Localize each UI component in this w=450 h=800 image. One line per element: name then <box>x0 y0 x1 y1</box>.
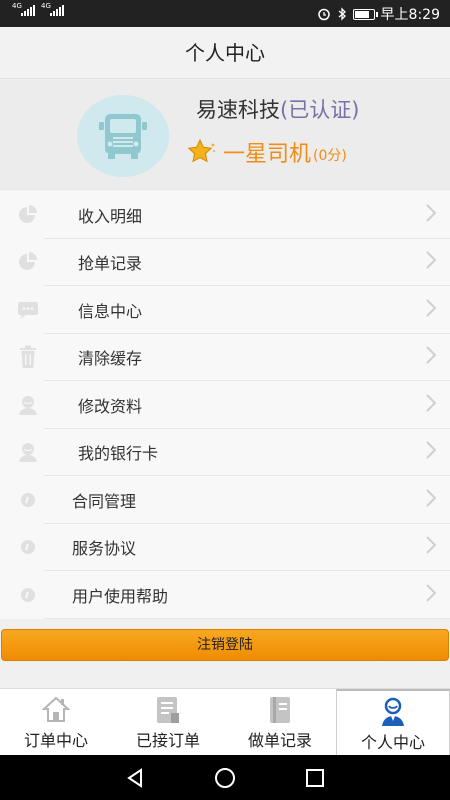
menu-item-contracts[interactable]: 合同管理 <box>0 476 450 524</box>
info-icon <box>16 535 40 559</box>
truck-icon <box>99 114 147 159</box>
pie-chart-icon <box>16 250 40 274</box>
menu-label: 服务协议 <box>72 539 137 559</box>
notebook-icon <box>266 695 294 729</box>
company-label: 易速科技 <box>196 98 280 122</box>
chevron-right-icon <box>426 441 437 463</box>
menu-label: 抢单记录 <box>78 254 143 274</box>
menu-label: 修改资料 <box>78 396 143 416</box>
menu-item-grab-orders[interactable]: 抢单记录 <box>0 238 450 286</box>
home-circle-icon[interactable] <box>205 758 245 798</box>
bluetooth-icon <box>338 7 346 21</box>
message-icon <box>16 298 40 322</box>
trash-icon <box>16 345 40 369</box>
company-name: 易速科技(已认证) <box>196 94 359 124</box>
chevron-right-icon <box>426 204 437 226</box>
person-icon <box>378 697 408 731</box>
profile-card: 易速科技(已认证) 一星司机 (0分) <box>0 80 450 190</box>
tab-label: 已接订单 <box>135 731 200 750</box>
alarm-icon <box>317 8 330 21</box>
tab-label: 做单记录 <box>247 731 312 750</box>
system-nav-bar <box>0 755 450 800</box>
info-icon <box>16 583 40 607</box>
menu-item-service-agreement[interactable]: 服务协议 <box>0 523 450 571</box>
menu-label: 清除缓存 <box>78 349 143 369</box>
settings-menu: 收入明细 抢单记录 信息中心 清除缓存 修改资料 我的银行卡 合同管理 服务协议 <box>0 191 450 619</box>
driver-level: 一星司机 (0分) <box>187 136 347 168</box>
status-time: 早上8:29 <box>380 7 440 23</box>
signal-icon: 4G <box>41 3 64 16</box>
tab-order-records[interactable]: 做单记录 <box>224 689 336 755</box>
battery-icon <box>352 8 378 20</box>
document-icon <box>155 695 181 729</box>
menu-item-user-help[interactable]: 用户使用帮助 <box>0 571 450 619</box>
tab-accepted-orders[interactable]: 已接订单 <box>112 689 224 755</box>
chevron-right-icon <box>426 299 437 321</box>
tab-label: 订单中心 <box>23 731 88 750</box>
level-label: 一星司机 <box>223 142 312 167</box>
logout-button[interactable]: 注销登陆 <box>1 629 449 661</box>
tab-order-center[interactable]: 订单中心 <box>0 689 112 755</box>
back-icon[interactable] <box>115 758 155 798</box>
menu-item-income[interactable]: 收入明细 <box>0 191 450 239</box>
page-title: 个人中心 <box>0 27 450 79</box>
bottom-tab-bar: 订单中心 已接订单 做单记录 个人中心 <box>0 688 450 755</box>
menu-item-bank-card[interactable]: 我的银行卡 <box>0 428 450 476</box>
menu-item-clear-cache[interactable]: 清除缓存 <box>0 333 450 381</box>
chevron-right-icon <box>426 346 437 368</box>
chevron-right-icon <box>426 251 437 273</box>
user-icon <box>16 393 40 417</box>
star-icon <box>187 138 215 163</box>
menu-label: 合同管理 <box>72 491 137 511</box>
home-icon <box>41 695 71 727</box>
chevron-right-icon <box>426 584 437 606</box>
menu-item-messages[interactable]: 信息中心 <box>0 286 450 334</box>
avatar[interactable] <box>77 95 169 177</box>
tab-label: 个人中心 <box>360 733 425 752</box>
info-icon <box>16 488 40 512</box>
status-bar: 4G 4G 早上8:29 <box>0 0 450 27</box>
signal-icon: 4G <box>12 3 35 16</box>
recent-apps-icon[interactable] <box>295 758 335 798</box>
pie-chart-icon <box>16 203 40 227</box>
tab-personal-center[interactable]: 个人中心 <box>336 689 450 755</box>
chevron-right-icon <box>426 489 437 511</box>
menu-label: 信息中心 <box>78 301 143 321</box>
menu-label: 用户使用帮助 <box>72 586 169 606</box>
score-label: (0分) <box>313 148 347 164</box>
chevron-right-icon <box>426 394 437 416</box>
verified-badge: (已认证) <box>280 98 360 122</box>
menu-item-edit-profile[interactable]: 修改资料 <box>0 381 450 429</box>
menu-label: 收入明细 <box>78 206 143 226</box>
user-icon <box>16 440 40 464</box>
chevron-right-icon <box>426 536 437 558</box>
menu-label: 我的银行卡 <box>78 444 159 464</box>
